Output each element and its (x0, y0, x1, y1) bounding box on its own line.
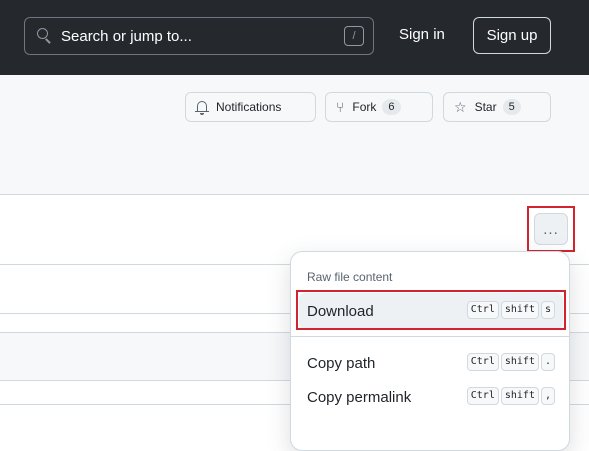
fork-icon: ⑂ (336, 99, 345, 115)
key-shift: shift (500, 353, 539, 371)
menu-item-label: Copy path (307, 354, 376, 372)
fork-label: Fork (352, 100, 377, 114)
download-highlight-box (296, 290, 566, 330)
sign-up-button[interactable]: Sign up (473, 17, 551, 54)
key-shift: shift (500, 387, 539, 405)
search-input[interactable]: Search or jump to... / (24, 17, 374, 55)
search-icon (37, 28, 53, 44)
star-button[interactable]: ☆ Star 5 (443, 92, 551, 122)
sign-in-link[interactable]: Sign in (399, 26, 445, 43)
more-options-label: ... (543, 220, 559, 238)
notifications-button[interactable]: Notifications (185, 92, 316, 122)
shortcut-keys: Ctrl shift , (466, 387, 555, 405)
fork-count: 6 (382, 99, 401, 115)
menu-item-copy-permalink[interactable]: Copy permalink Ctrl shift , (299, 379, 563, 415)
menu-divider (291, 336, 569, 337)
fork-button[interactable]: ⑂ Fork 6 (325, 92, 433, 122)
global-header: Search or jump to... / Sign in Sign up (0, 0, 589, 75)
repo-header: Notifications ⑂ Fork 6 ☆ Star 5 (0, 75, 589, 195)
search-placeholder: Search or jump to... (61, 27, 192, 45)
key-ctrl: Ctrl (466, 353, 499, 371)
more-options-highlight: ... (527, 206, 575, 252)
star-count: 5 (502, 99, 521, 115)
star-label: Star (474, 100, 497, 114)
search-shortcut-key: / (344, 26, 364, 46)
kebab-horizontal-icon[interactable]: ... (534, 213, 568, 245)
menu-item-copy-path[interactable]: Copy path Ctrl shift . (299, 345, 563, 381)
bell-icon (195, 100, 209, 115)
file-options-menu: Raw file content Download Ctrl shift s C… (290, 251, 570, 451)
shortcut-keys: Ctrl shift . (466, 353, 555, 371)
key-period: . (540, 353, 555, 371)
star-icon: ☆ (454, 98, 467, 115)
menu-item-label: Copy permalink (307, 388, 412, 406)
key-ctrl: Ctrl (466, 387, 499, 405)
notifications-label: Notifications (216, 100, 282, 114)
key-comma: , (540, 387, 555, 405)
menu-heading: Raw file content (307, 270, 393, 284)
